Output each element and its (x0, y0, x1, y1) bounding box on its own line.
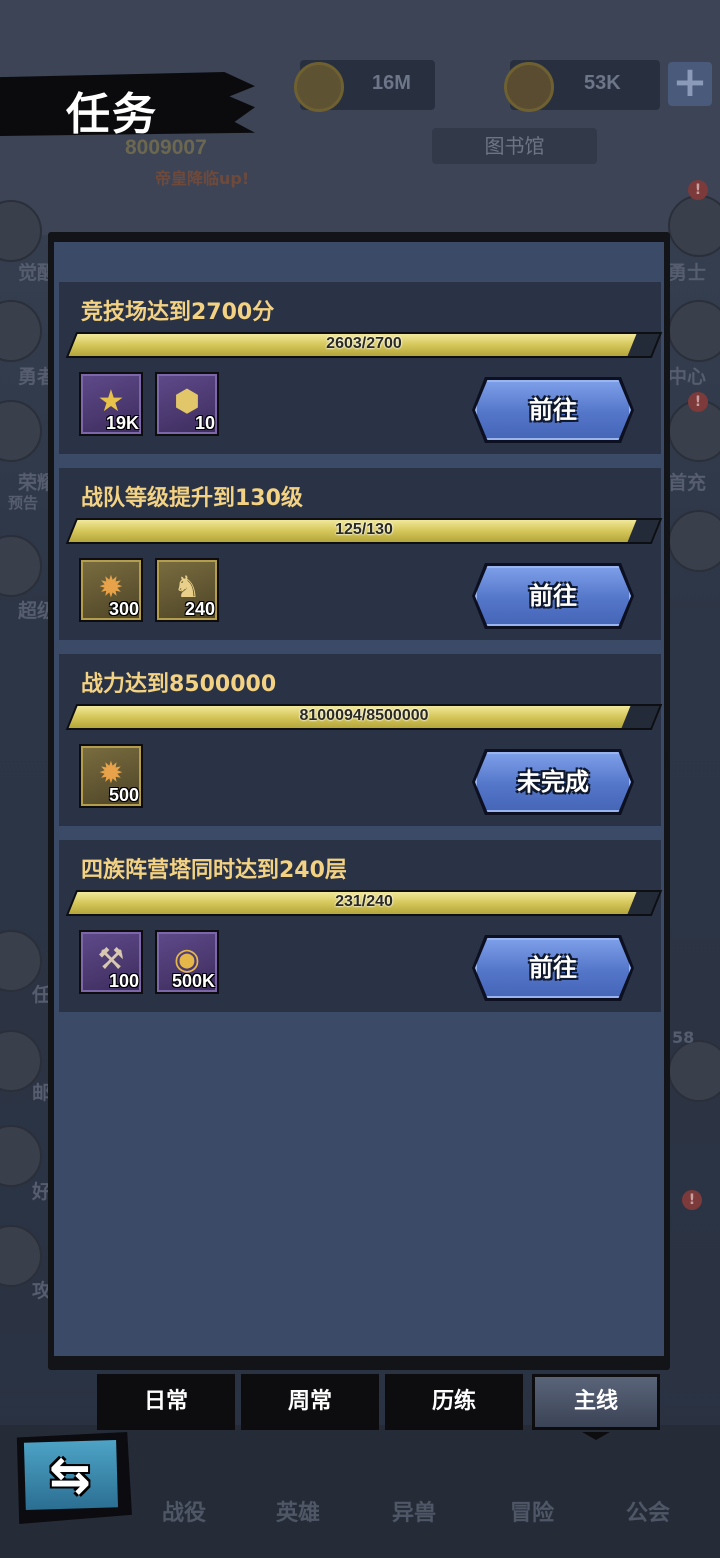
go-button-label: 前往 (529, 954, 577, 982)
task-card: 四族阵营塔同时达到240层 231/240 ⚒ 100 ◉ 500K 前往 (59, 840, 663, 1012)
reward-count: 300 (108, 599, 139, 619)
resource-gold-value: 16M (372, 72, 411, 94)
nav-adventure: 冒险 (510, 1501, 555, 1526)
go-button-label: 前往 (529, 396, 577, 424)
task-title: 战力达到8500000 (81, 672, 277, 697)
reward-count: 500 (108, 785, 139, 805)
tab-daily[interactable]: 日常 (97, 1374, 235, 1430)
go-button[interactable]: 前往 (475, 566, 631, 626)
tab-main-quest[interactable]: 主线 (532, 1374, 660, 1430)
side-label: 预告 (8, 494, 39, 512)
reward-count: 19K (105, 413, 139, 433)
nav-beasts: 异兽 (392, 1501, 437, 1526)
nav-guild: 公会 (626, 1501, 671, 1526)
task-card: 战力达到8500000 8100094/8500000 ✹ 500 未完成 (59, 654, 663, 826)
reward-item[interactable]: ✹ 300 (79, 558, 143, 622)
nav-heroes: 英雄 (276, 1501, 321, 1526)
go-button-label: 前往 (529, 582, 577, 610)
reward-item[interactable]: ◉ 500K (155, 930, 219, 994)
background-promo: 帝皇降临up! (155, 169, 250, 188)
task-progress-text: 2603/2700 (326, 335, 402, 352)
side-label: 勇士 (668, 262, 707, 284)
reward-item[interactable]: ✹ 500 (79, 744, 143, 808)
chat-count: 58 (672, 1028, 695, 1047)
incomplete-button-label: 未完成 (517, 768, 589, 796)
reward-item[interactable]: ⬢ 10 (155, 372, 219, 436)
task-title: 竞技场达到2700分 (81, 300, 275, 325)
incomplete-button[interactable]: 未完成 (475, 752, 631, 812)
page-title: 任务 (66, 89, 158, 140)
notification-dot: ! (688, 180, 708, 200)
notification-dot: ! (688, 392, 708, 412)
reward-item[interactable]: ♞ 240 (155, 558, 219, 622)
notification-dot: ! (682, 1190, 702, 1210)
nav-campaign: 战役 (162, 1501, 207, 1526)
resource-potion-value: 53K (584, 72, 621, 94)
reward-count: 10 (194, 413, 215, 433)
tab-training[interactable]: 历练 (385, 1374, 523, 1430)
task-title: 四族阵营塔同时达到240层 (81, 858, 347, 883)
reward-item[interactable]: ⚒ 100 (79, 930, 143, 994)
task-progress-text: 231/240 (335, 893, 393, 910)
exp-potion-icon (504, 62, 554, 112)
go-button[interactable]: 前往 (475, 938, 631, 998)
library-label: 图书馆 (432, 128, 597, 164)
side-label: 首充 (668, 472, 707, 494)
task-progress-text: 125/130 (335, 521, 393, 538)
reward-count: 500K (171, 971, 215, 991)
task-progress-text: 8100094/8500000 (299, 707, 429, 724)
go-button[interactable]: 前往 (475, 380, 631, 440)
tab-weekly[interactable]: 周常 (241, 1374, 379, 1430)
task-card: 战队等级提升到130级 125/130 ✹ 300 ♞ 240 前往 (59, 468, 663, 640)
side-label: 中心 (668, 366, 707, 388)
back-arrow-icon: ⇆ (49, 1446, 91, 1504)
reward-count: 240 (184, 599, 215, 619)
active-tab-indicator (582, 1432, 610, 1440)
plus-icon: + (668, 61, 712, 106)
reward-count: 100 (108, 971, 139, 991)
reward-item[interactable]: ★ 19K (79, 372, 143, 436)
task-card: 竞技场达到2700分 2603/2700 ★ 19K ⬢ 10 前往 (59, 282, 663, 454)
task-title: 战队等级提升到130级 (81, 486, 303, 511)
gold-coin-icon (294, 62, 344, 112)
